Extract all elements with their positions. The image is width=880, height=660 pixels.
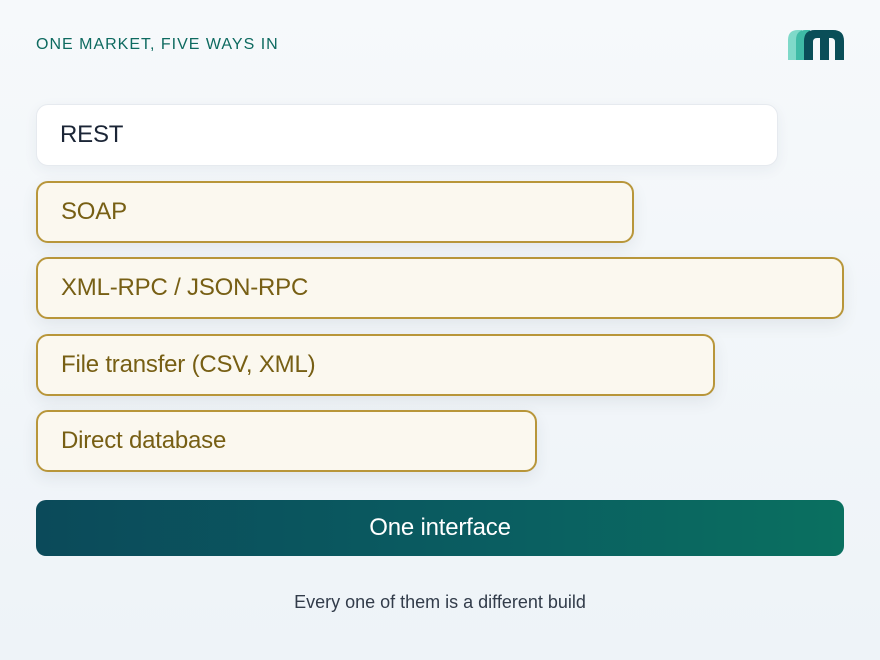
option-label: XML-RPC / JSON-RPC bbox=[61, 274, 309, 301]
page-heading: ONE MARKET, FIVE WAYS IN bbox=[36, 36, 279, 53]
cta-label: One interface bbox=[369, 514, 511, 541]
one-interface-button[interactable]: One interface bbox=[36, 500, 844, 556]
option-label: Direct database bbox=[61, 427, 227, 454]
option-direct-database[interactable]: Direct database bbox=[36, 410, 537, 472]
option-label: SOAP bbox=[61, 198, 127, 225]
option-rpc[interactable]: XML-RPC / JSON-RPC bbox=[36, 257, 844, 319]
option-file-transfer[interactable]: File transfer (CSV, XML) bbox=[36, 334, 715, 396]
option-label: REST bbox=[60, 121, 124, 148]
m-logo-icon bbox=[788, 30, 844, 60]
option-rest[interactable]: REST bbox=[36, 104, 778, 166]
footnote: Every one of them is a different build bbox=[294, 592, 586, 612]
option-soap[interactable]: SOAP bbox=[36, 181, 634, 243]
option-label: File transfer (CSV, XML) bbox=[61, 351, 316, 378]
